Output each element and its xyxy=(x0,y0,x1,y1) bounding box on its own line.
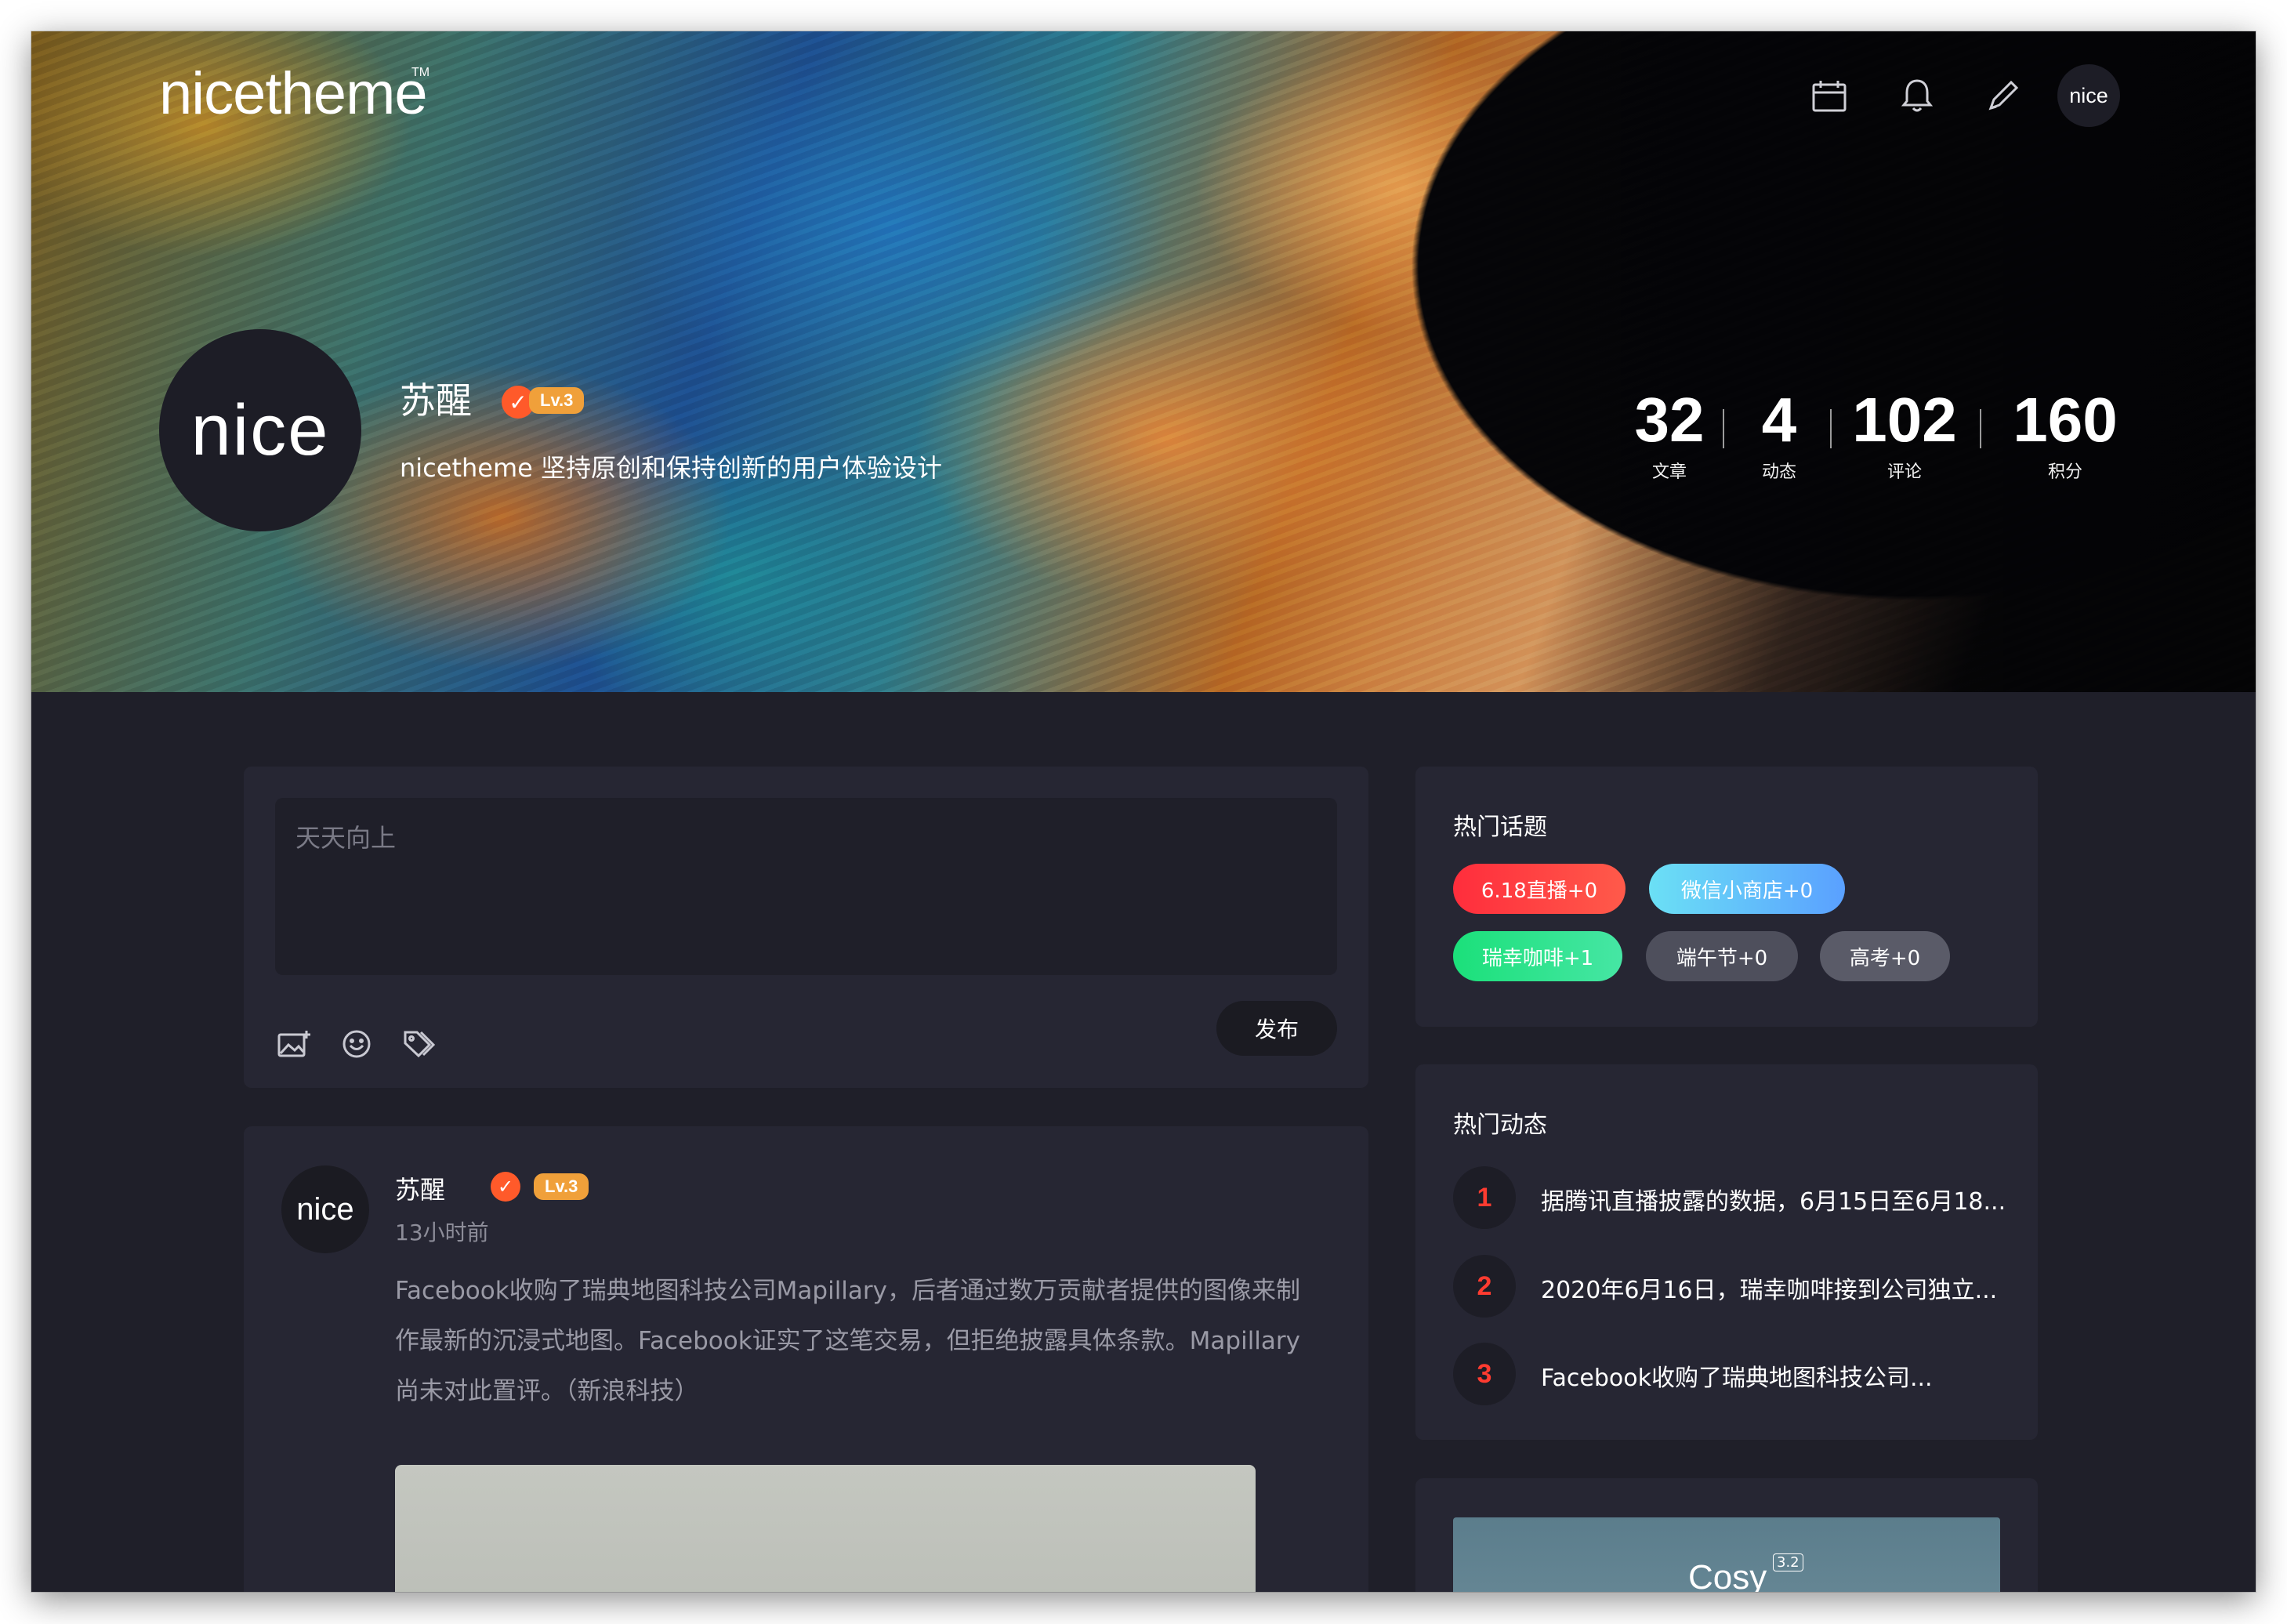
topic-tag[interactable]: 端午节+0 xyxy=(1646,931,1798,981)
stat-label: 文章 xyxy=(1651,462,1687,482)
stat-label: 动态 xyxy=(1761,462,1796,482)
promo-title: Cosy xyxy=(1688,1558,1767,1592)
composer-input[interactable]: 天天向上 xyxy=(275,798,1337,975)
rank-number: 2 xyxy=(1453,1255,1516,1318)
post-author-avatar[interactable]: nice xyxy=(281,1165,369,1253)
tag-icon[interactable] xyxy=(400,1025,438,1063)
post-body-line: Facebook收购了瑞典地图科技公司Mapillary，后者通过数万贡献者提供… xyxy=(395,1277,1301,1305)
hot-feed-text: Facebook收购了瑞典地图科技公司... xyxy=(1541,1365,1933,1392)
profile-bio: nicetheme 坚持原创和保持创新的用户体验设计 xyxy=(400,453,943,483)
image-upload-icon[interactable] xyxy=(275,1025,313,1063)
promo-version: 3.2 xyxy=(1773,1553,1803,1571)
hot-feed-item[interactable]: 2 2020年6月16日，瑞幸咖啡接到公司独立... xyxy=(1453,1255,2017,1318)
header-user-avatar[interactable]: nice xyxy=(2057,64,2120,127)
profile-name: 苏醒 xyxy=(400,379,472,422)
hot-feed-text: 据腾讯直播披露的数据，6月15日至6月18... xyxy=(1541,1188,2006,1216)
hot-feed-text: 2020年6月16日，瑞幸咖啡接到公司独立... xyxy=(1541,1277,1998,1304)
post-image[interactable] xyxy=(395,1465,1256,1592)
topic-tag[interactable]: 瑞幸咖啡+1 xyxy=(1453,931,1622,981)
hero-fade xyxy=(31,31,2256,692)
brand-trademark: TM xyxy=(411,66,430,79)
stat-comments[interactable]: 102 评论 xyxy=(1846,389,1963,483)
stat-divider xyxy=(1830,409,1832,448)
promo-banner[interactable]: Cosy 3.2 xyxy=(1453,1517,2000,1592)
stat-articles[interactable]: 32 文章 xyxy=(1622,389,1716,483)
stat-value: 160 xyxy=(2013,385,2118,455)
stat-points[interactable]: 160 积分 xyxy=(2006,389,2124,483)
promo-panel: Cosy 3.2 xyxy=(1415,1478,2038,1592)
profile-hero-banner: nicetheme TM nice nice 苏醒 ✓ Lv.3 nicethe… xyxy=(31,31,2256,692)
topic-tag[interactable]: 高考+0 xyxy=(1820,931,1950,981)
post-body-line: 作最新的沉浸式地图。Facebook证实了这笔交易，但拒绝披露具体条款。Mapi… xyxy=(395,1327,1301,1355)
rank-number: 3 xyxy=(1453,1343,1516,1405)
post-body: Facebook收购了瑞典地图科技公司Mapillary，后者通过数万贡献者提供… xyxy=(395,1266,1343,1416)
pencil-icon[interactable] xyxy=(1983,75,2024,116)
bell-icon[interactable] xyxy=(1897,75,1937,116)
verified-check-icon: ✓ xyxy=(491,1172,520,1202)
hot-feed-item[interactable]: 1 据腾讯直播披露的数据，6月15日至6月18... xyxy=(1453,1166,2017,1229)
level-badge: Lv.3 xyxy=(529,387,585,414)
stat-value: 4 xyxy=(1761,385,1797,455)
profile-avatar: nice xyxy=(159,329,361,531)
feed-post: nice 苏醒 ✓ Lv.3 13小时前 Facebook收购了瑞典地图科技公司… xyxy=(244,1126,1368,1592)
brand-logo[interactable]: nicetheme xyxy=(159,64,428,124)
stat-moments[interactable]: 4 动态 xyxy=(1748,389,1810,483)
hot-topics-panel: 热门话题 6.18直播+0 微信小商店+0 瑞幸咖啡+1 端午节+0 高考+0 xyxy=(1415,767,2038,1027)
hot-feeds-title: 热门动态 xyxy=(1453,1111,1547,1139)
stat-divider xyxy=(1980,409,1981,448)
level-badge: Lv.3 xyxy=(534,1173,589,1200)
emoji-icon[interactable] xyxy=(338,1025,375,1063)
calendar-icon[interactable] xyxy=(1809,75,1850,116)
app-window: nicetheme TM nice nice 苏醒 ✓ Lv.3 nicethe… xyxy=(31,31,2256,1592)
stat-divider xyxy=(1723,409,1724,448)
rank-number: 1 xyxy=(1453,1166,1516,1229)
topic-tag[interactable]: 6.18直播+0 xyxy=(1453,864,1626,914)
topic-tag[interactable]: 微信小商店+0 xyxy=(1649,864,1845,914)
stat-label: 评论 xyxy=(1887,462,1922,482)
stat-label: 积分 xyxy=(2047,462,2082,482)
hot-feeds-panel: 热门动态 1 据腾讯直播披露的数据，6月15日至6月18... 2 2020年6… xyxy=(1415,1064,2038,1440)
post-body-line: 尚未对此置评。（新浪科技） xyxy=(395,1377,699,1405)
post-composer: 天天向上 发布 xyxy=(244,767,1368,1088)
stat-value: 102 xyxy=(1852,385,1957,455)
publish-button[interactable]: 发布 xyxy=(1216,1001,1337,1056)
stat-value: 32 xyxy=(1634,385,1705,455)
hot-feed-item[interactable]: 3 Facebook收购了瑞典地图科技公司... xyxy=(1453,1343,2017,1405)
post-author-name[interactable]: 苏醒 xyxy=(395,1170,445,1206)
post-timestamp: 13小时前 xyxy=(395,1220,489,1245)
hot-topics-title: 热门话题 xyxy=(1453,814,1547,841)
